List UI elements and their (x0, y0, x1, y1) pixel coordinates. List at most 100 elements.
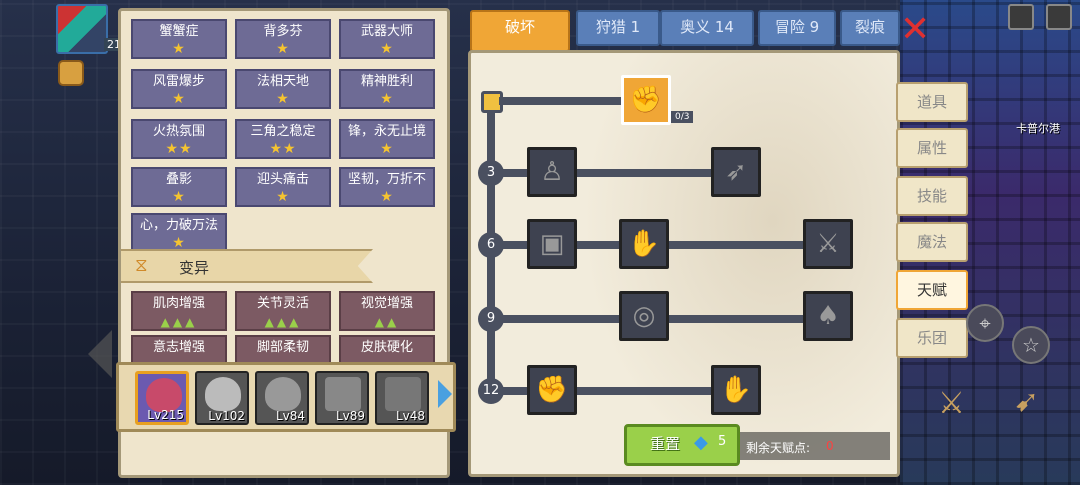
menu-items[interactable]: 道具 (896, 82, 968, 122)
ripple-icon[interactable]: ◎ (619, 291, 669, 341)
cards-icon[interactable]: ▣ (527, 219, 577, 269)
tier-level: 3 (478, 160, 504, 186)
sword-weapon-icon[interactable]: ⚔ (938, 386, 965, 421)
skill-stars: ★★ (269, 141, 297, 157)
skill-stars: ★ (276, 91, 290, 107)
skill-label: 精神胜利 (360, 74, 413, 89)
tab-mystery[interactable]: 奥义 14 (660, 10, 754, 46)
tier-level: 6 (478, 232, 504, 258)
hero-portrait (325, 377, 361, 411)
menu-skills[interactable]: 技能 (896, 176, 968, 216)
mutation-card[interactable]: 视觉增强 ▲▲ (339, 291, 435, 331)
hero-slot[interactable]: Lv102 (195, 371, 249, 425)
tab-rift[interactable]: 裂痕 (840, 10, 900, 46)
skill-card[interactable]: 火热氛围 ★★ (131, 119, 227, 159)
menu-attributes[interactable]: 属性 (896, 128, 968, 168)
skill-card[interactable]: 精神胜利 ★ (339, 69, 435, 109)
tree-branch (499, 97, 623, 105)
menu-magic[interactable]: 魔法 (896, 222, 968, 262)
mutation-label: 皮肤硬化 (360, 340, 413, 355)
mutation-label: 视觉增强 (360, 296, 413, 311)
hero-slot[interactable]: Lv84 (255, 371, 309, 425)
skill-label: 叠影 (165, 172, 192, 187)
skill-card[interactable]: 蟹蟹症 ★ (131, 19, 227, 59)
mutation-marks: ▲▲▲ (160, 315, 198, 329)
hero-portrait (146, 378, 182, 412)
skill-label: 武器大师 (360, 24, 413, 39)
skill-card[interactable]: 锋，永无止境 ★ (339, 119, 435, 159)
mutation-label: 肌肉增强 (152, 296, 205, 311)
body-icon[interactable]: ♙ (527, 147, 577, 197)
skill-stars: ★ (172, 41, 186, 57)
skill-label: 背多芬 (263, 24, 303, 39)
next-arrow-icon[interactable] (438, 380, 452, 408)
reset-label: 重置 (650, 435, 681, 453)
hero-level: Lv84 (275, 409, 305, 423)
sword-icon[interactable]: ⚔ (803, 219, 853, 269)
hero-portrait (265, 377, 301, 411)
skill-label: 坚韧，万折不 (347, 172, 426, 187)
hero-slot[interactable]: Lv48 (375, 371, 429, 425)
skill-label: 蟹蟹症 (159, 24, 199, 39)
reset-cost: 5 (718, 434, 727, 449)
category-tabs: 破坏 狩猎 1 奥义 14 冒险 9 裂痕 (470, 10, 900, 52)
bat-icon[interactable]: ♠ (803, 291, 853, 341)
skill-label: 迎头痛击 (256, 172, 309, 187)
fist-raise-icon[interactable]: ✊ (527, 365, 577, 415)
tab-hunting[interactable]: 狩猎 1 (576, 10, 660, 46)
arrow-icon[interactable]: ➶ (711, 147, 761, 197)
skill-card[interactable]: 法相天地 ★ (235, 69, 331, 109)
hero-portrait (385, 377, 421, 411)
hero-level: Lv89 (335, 409, 365, 423)
skill-stars: ★ (276, 189, 290, 205)
mutation-label: 脚部柔韧 (256, 340, 309, 355)
skill-card[interactable]: 三角之稳定 ★★ (235, 119, 331, 159)
skill-stars: ★ (380, 91, 394, 107)
skill-stars: ★ (380, 141, 394, 157)
hero-slot[interactable]: Lv215 (135, 371, 189, 425)
tab-adventure[interactable]: 冒险 9 (758, 10, 836, 46)
skill-card[interactable]: 风雷爆步 ★ (131, 69, 227, 109)
skill-label: 风雷爆步 (152, 74, 205, 89)
skill-label: 锋，永无止境 (347, 124, 426, 139)
fist-icon[interactable]: ✋ (619, 219, 669, 269)
skill-card[interactable]: 坚韧，万折不 ★ (339, 167, 435, 207)
tab-destruction[interactable]: 破坏 (470, 10, 570, 52)
skill-card[interactable]: 武器大师 ★ (339, 19, 435, 59)
points-value: 0 (826, 439, 834, 453)
arm-wrestle-icon[interactable]: ✊ (621, 75, 671, 125)
prev-arrow-icon[interactable] (88, 330, 112, 378)
skill-stars: ★ (172, 235, 186, 251)
exit-icon[interactable] (1046, 4, 1072, 30)
hero-level: Lv102 (208, 409, 245, 423)
skill-card[interactable]: 叠影 ★ (131, 167, 227, 207)
hero-slot[interactable]: Lv89 (315, 371, 369, 425)
compass-icon[interactable]: ⌖ (966, 304, 1004, 342)
section-title: 变异 (179, 259, 210, 277)
skill-stars: ★★ (165, 141, 193, 157)
bow-icon[interactable]: ➹ (1014, 384, 1039, 419)
mutation-card[interactable]: 关节灵活 ▲▲▲ (235, 291, 331, 331)
network-icon[interactable] (1008, 4, 1034, 30)
skill-card[interactable]: 心，力破万法 ★ (131, 213, 227, 253)
tier-level: 9 (478, 306, 504, 332)
mutation-card[interactable]: 肌肉增强 ▲▲▲ (131, 291, 227, 331)
mutation-label: 关节灵活 (256, 296, 309, 311)
mutation-marks: ▲▲ (374, 315, 400, 329)
quest-icon[interactable] (58, 60, 84, 86)
menu-talent[interactable]: 天赋 (896, 270, 968, 310)
town-label: 卡普尔港 (1016, 122, 1060, 135)
star-icon[interactable]: ☆ (1012, 326, 1050, 364)
menu-band[interactable]: 乐团 (896, 318, 968, 358)
close-icon[interactable]: ✕ (900, 12, 930, 48)
dna-icon: ⧖ (135, 255, 148, 276)
skill-stars: ★ (172, 91, 186, 107)
hero-selector: Lv215 Lv102 Lv84 Lv89 Lv48 (116, 362, 456, 432)
skill-label: 三角之稳定 (250, 124, 316, 139)
skill-card[interactable]: 迎头痛击 ★ (235, 167, 331, 207)
player-avatar[interactable] (56, 4, 108, 54)
skill-stars: ★ (380, 41, 394, 57)
skill-card[interactable]: 背多芬 ★ (235, 19, 331, 59)
fist-armor-icon[interactable]: ✋ (711, 365, 761, 415)
skill-stars: ★ (172, 189, 186, 205)
